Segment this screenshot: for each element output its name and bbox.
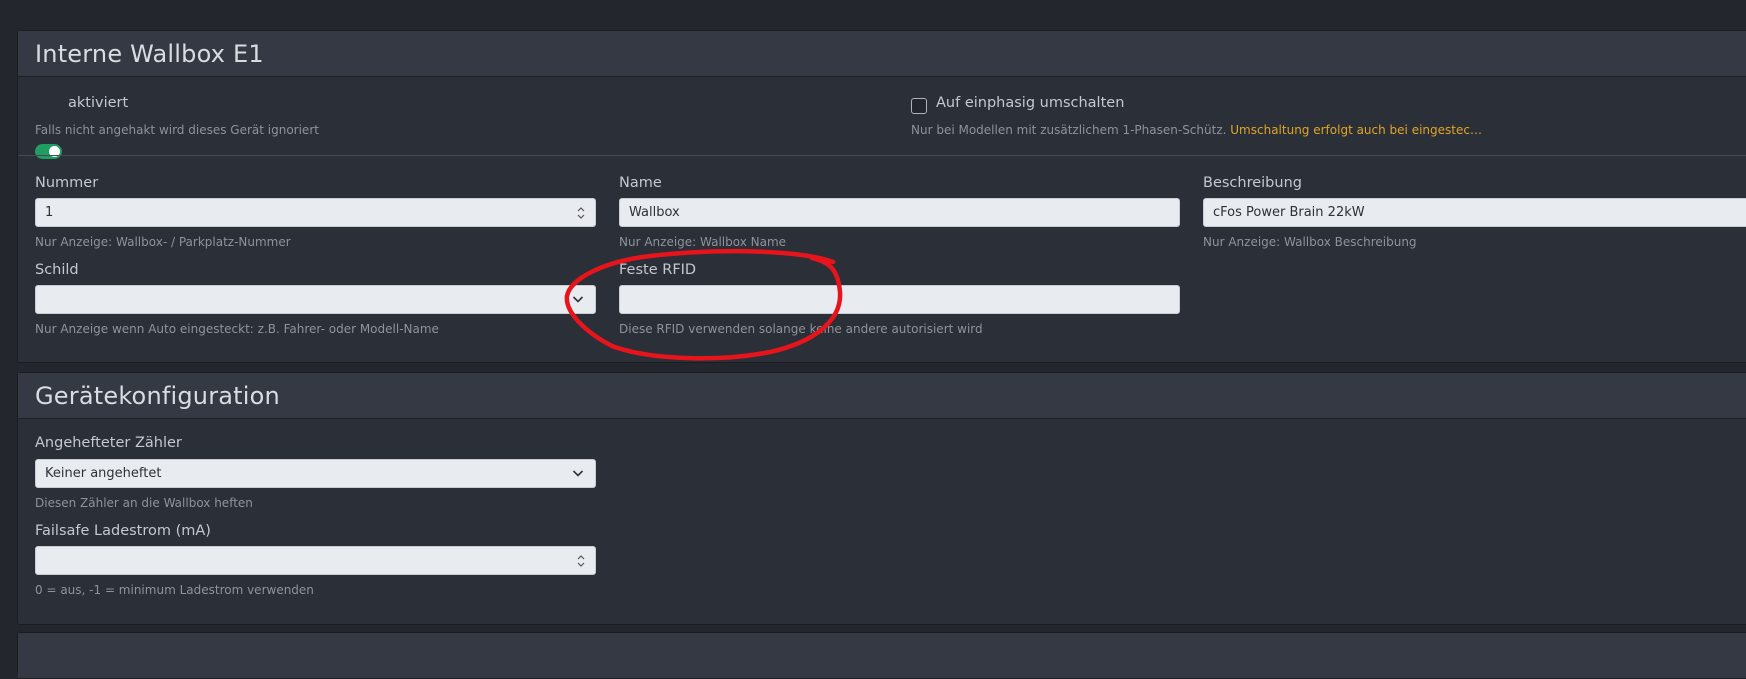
panel-title: Interne Wallbox E1 [35, 39, 264, 68]
rfid-hint: Diese RFID verwenden solange keine ander… [619, 322, 983, 336]
number-hint: Nur Anzeige: Wallbox- / Parkplatz-Nummer [35, 235, 291, 249]
description-label: Beschreibung [1203, 175, 1302, 191]
chevron-down-icon [572, 296, 584, 303]
name-value: Wallbox [629, 205, 680, 220]
meter-label: Angehefteter Zähler [35, 435, 182, 451]
config-panel-title: Gerätekonfiguration [35, 381, 280, 410]
wallbox-panel-header: Interne Wallbox E1 [18, 31, 1746, 77]
enabled-label: aktiviert [68, 95, 129, 111]
failsafe-hint: 0 = aus, -1 = minimum Ladestrom verwende… [35, 583, 314, 597]
sign-hint: Nur Anzeige wenn Auto eingesteckt: z.B. … [35, 322, 439, 336]
number-label: Nummer [35, 175, 99, 191]
meter-select[interactable]: Keiner angeheftet [35, 459, 596, 488]
config-panel: Gerätekonfiguration Angehefteter Zähler … [17, 372, 1746, 625]
single-phase-hint-warning: Umschaltung erfolgt auch bei eingestec… [1230, 123, 1482, 137]
single-phase-label: Auf einphasig umschalten [936, 95, 1125, 111]
meter-hint: Diesen Zähler an die Wallbox heften [35, 496, 253, 510]
single-phase-hint-text: Nur bei Modellen mit zusätzlichem 1-Phas… [911, 123, 1227, 137]
single-phase-checkbox[interactable] [911, 98, 927, 114]
description-value: cFos Power Brain 22kW [1213, 205, 1365, 220]
divider [18, 155, 1746, 156]
single-phase-hint: Nur bei Modellen mit zusätzlichem 1-Phas… [911, 123, 1482, 137]
failsafe-input[interactable] [35, 546, 596, 575]
failsafe-label: Failsafe Ladestrom (mA) [35, 523, 211, 539]
meter-value: Keiner angeheftet [45, 466, 162, 481]
rfid-label: Feste RFID [619, 262, 697, 278]
description-hint: Nur Anzeige: Wallbox Beschreibung [1203, 235, 1417, 249]
chevron-down-icon [572, 470, 584, 477]
rfid-input[interactable] [619, 285, 1180, 314]
enabled-toggle[interactable] [35, 144, 62, 159]
next-panel [17, 632, 1746, 679]
config-panel-header: Gerätekonfiguration [18, 373, 1746, 419]
enabled-hint: Falls nicht angehakt wird dieses Gerät i… [35, 123, 319, 137]
sign-select[interactable] [35, 285, 596, 314]
number-input[interactable]: 1 [35, 198, 596, 227]
description-input[interactable]: cFos Power Brain 22kW [1203, 198, 1746, 227]
wallbox-panel: Interne Wallbox E1 aktiviert Falls nicht… [17, 30, 1746, 363]
name-input[interactable]: Wallbox [619, 198, 1180, 227]
sign-label: Schild [35, 262, 79, 278]
name-label: Name [619, 175, 662, 191]
spinner-icon[interactable] [577, 206, 585, 220]
spinner-icon[interactable] [577, 554, 585, 568]
number-value: 1 [45, 205, 54, 220]
name-hint: Nur Anzeige: Wallbox Name [619, 235, 787, 249]
